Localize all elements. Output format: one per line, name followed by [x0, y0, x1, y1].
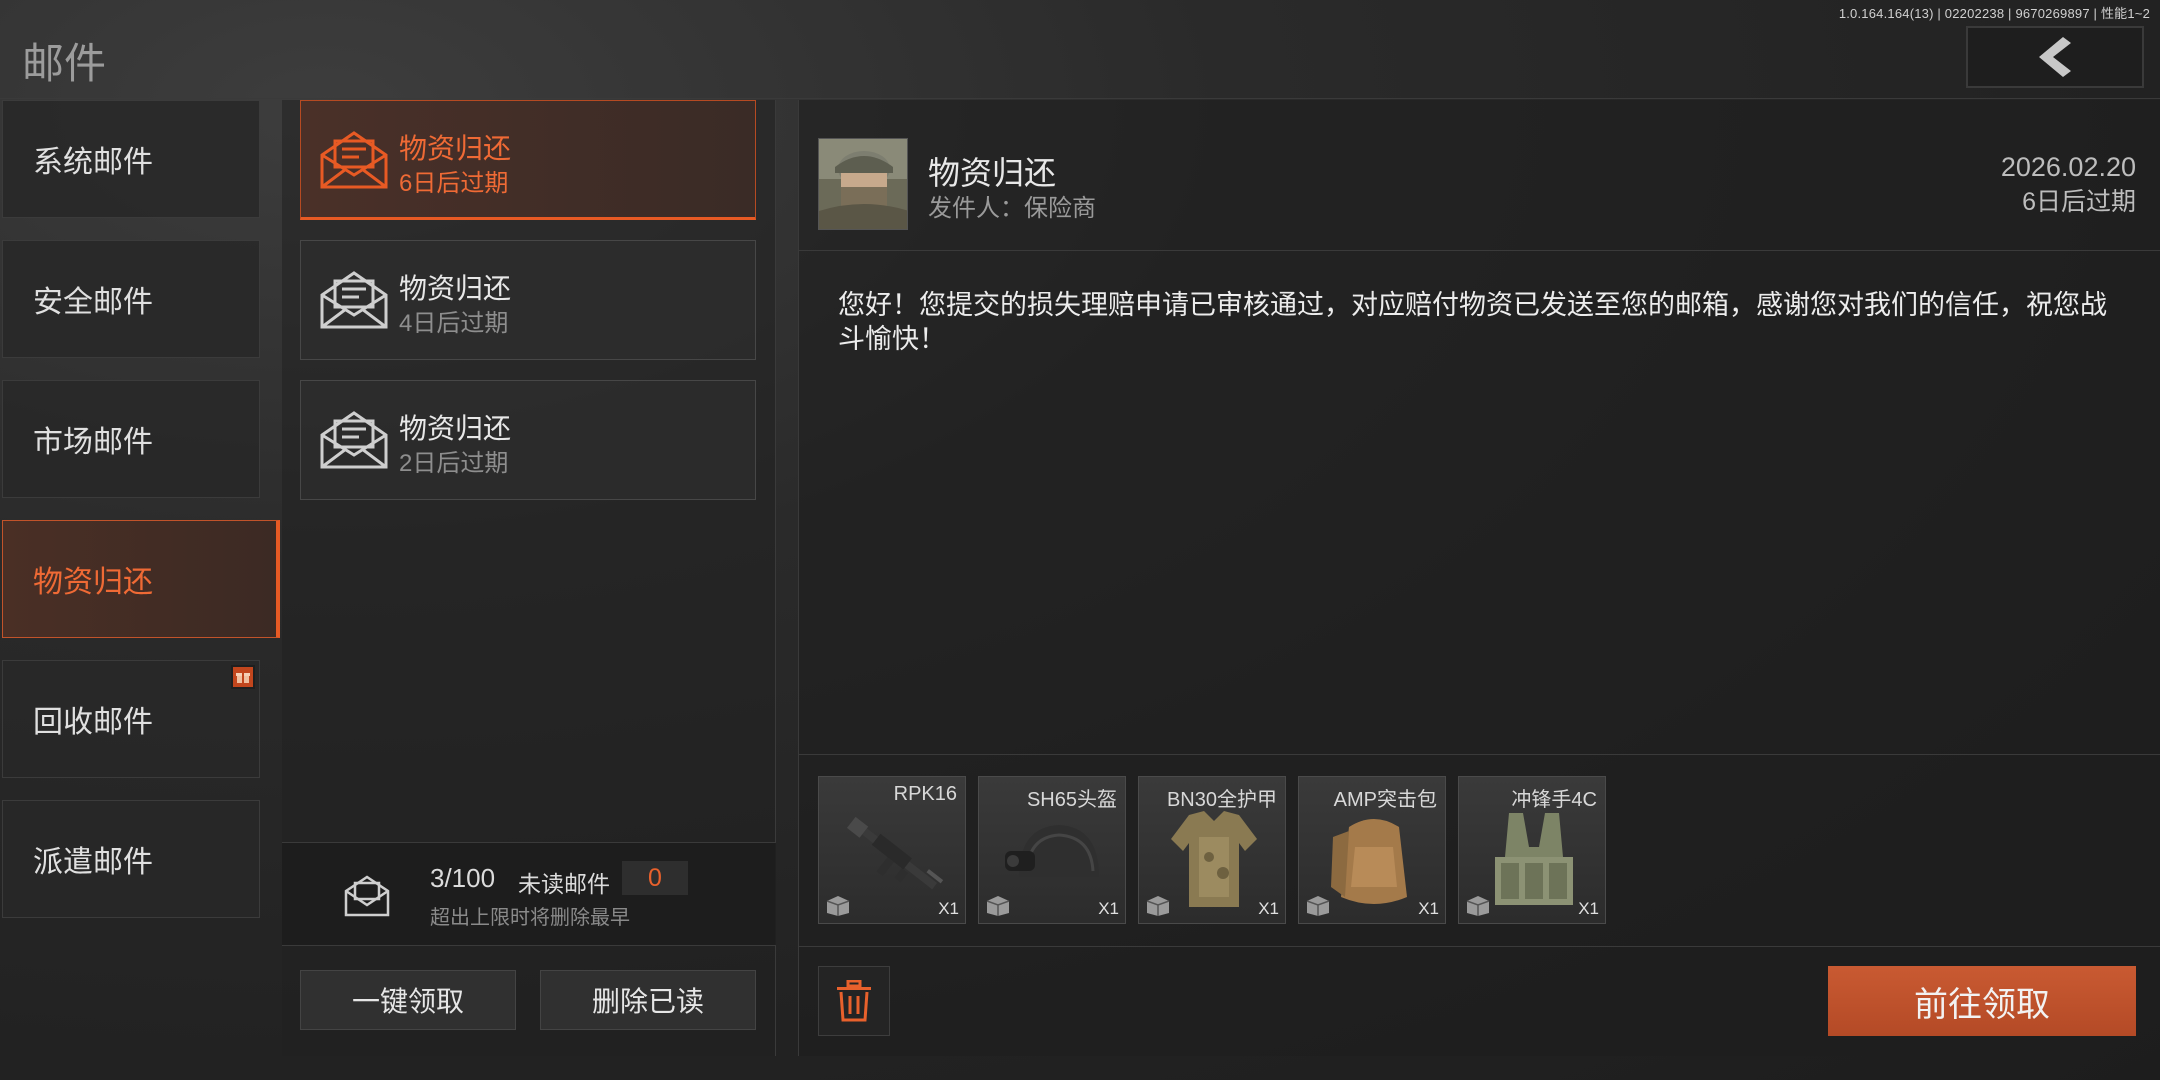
mail-list-item[interactable]: 物资归还 4日后过期 [300, 240, 756, 360]
mailbox-count: 3/100 [430, 863, 496, 893]
chest-rig-icon [1495, 813, 1573, 905]
category-label: 物资归还 [33, 566, 153, 599]
mail-title: 物资归还 [399, 273, 512, 304]
go-claim-button[interactable]: 前往领取 [1828, 966, 2136, 1036]
body-armor-icon [1171, 811, 1257, 907]
attachment-name: BN30全护甲 [1166, 789, 1277, 811]
attachment-name: RPK16 [893, 783, 957, 805]
mail-expiry: 4日后过期 [399, 310, 509, 337]
mail-open-icon [320, 271, 388, 329]
attachment-qty: X1 [1578, 899, 1599, 918]
claim-all-button[interactable]: 一键领取 [300, 970, 516, 1030]
category-label: 派遣邮件 [33, 846, 153, 879]
delete-read-button[interactable]: 删除已读 [540, 970, 756, 1030]
mail-list-item[interactable]: 物资归还 6日后过期 [300, 100, 756, 220]
category-dispatch-mail[interactable]: 派遣邮件 [2, 800, 260, 918]
sender-label: 发件人： [928, 195, 1024, 222]
attachment-item[interactable]: 冲锋手4C X1 [1458, 776, 1606, 924]
mail-open-icon [320, 411, 388, 469]
top-divider [0, 98, 2160, 99]
sender-avatar [818, 138, 908, 230]
mail-detail-expiry: 6日后过期 [2022, 188, 2136, 216]
mail-title: 物资归还 [399, 413, 512, 444]
version-info: 1.0.164.164(13) | 02202238 | 9670269897 … [1838, 6, 2150, 21]
box-icon [1466, 896, 1490, 916]
box-icon [986, 896, 1010, 916]
back-button[interactable] [1966, 26, 2144, 88]
backpack-icon [1331, 819, 1407, 904]
gift-icon [231, 665, 255, 689]
mail-expiry: 6日后过期 [399, 170, 509, 197]
category-label: 市场邮件 [33, 426, 153, 459]
attachments-divider [798, 754, 2160, 755]
attachment-name: AMP突击包 [1333, 789, 1437, 811]
mailbox-status: 3/100 未读邮件 0 超出上限时将删除最早 [282, 842, 776, 946]
attachment-item[interactable]: SH65头盔 X1 [978, 776, 1126, 924]
mail-list-item[interactable]: 物资归还 2日后过期 [300, 380, 756, 500]
attachment-item[interactable]: AMP突击包 X1 [1298, 776, 1446, 924]
trash-icon [837, 980, 871, 1022]
attachment-qty: X1 [1098, 899, 1119, 918]
mail-date: 2026.02.20 [2000, 152, 2136, 182]
attachment-qty: X1 [1418, 899, 1439, 918]
mailbox-limit-note: 超出上限时将删除最早 [430, 907, 630, 929]
category-label: 回收邮件 [33, 706, 153, 739]
unread-label: 未读邮件 [518, 871, 610, 897]
attachment-qty: X1 [938, 899, 959, 918]
category-supply-return[interactable]: 物资归还 [2, 520, 280, 638]
attachment-name: SH65头盔 [1026, 789, 1117, 811]
box-icon [826, 896, 850, 916]
attachment-qty: X1 [1258, 899, 1279, 918]
sender-name: 保险商 [1024, 195, 1096, 222]
attachment-name: 冲锋手4C [1511, 789, 1597, 811]
category-recycle-mail[interactable]: 回收邮件 [2, 660, 260, 778]
category-label: 安全邮件 [33, 286, 153, 319]
page-title: 邮件 [22, 40, 107, 87]
mail-title: 物资归还 [399, 133, 512, 164]
unread-count: 0 [622, 861, 688, 895]
category-security-mail[interactable]: 安全邮件 [2, 240, 260, 358]
delete-mail-button[interactable] [818, 966, 890, 1036]
header-divider [798, 250, 2160, 251]
attachment-item[interactable]: RPK16 X1 [818, 776, 966, 924]
attachment-item[interactable]: BN30全护甲 X1 [1138, 776, 1286, 924]
footer-divider [798, 946, 2160, 947]
chevron-left-icon [2039, 37, 2071, 77]
box-icon [1306, 896, 1330, 916]
mail-expiry: 2日后过期 [399, 450, 509, 477]
mailbox-icon [344, 875, 390, 917]
category-system-mail[interactable]: 系统邮件 [2, 100, 260, 218]
category-label: 系统邮件 [33, 146, 153, 179]
box-icon [1146, 896, 1170, 916]
category-market-mail[interactable]: 市场邮件 [2, 380, 260, 498]
mail-body: 您好！您提交的损失理赔申请已审核通过，对应赔付物资已发送至您的邮箱，感谢您对我们… [838, 290, 2107, 354]
rifle-icon [846, 816, 944, 890]
mail-open-icon [320, 131, 388, 189]
helmet-icon [1005, 825, 1099, 877]
